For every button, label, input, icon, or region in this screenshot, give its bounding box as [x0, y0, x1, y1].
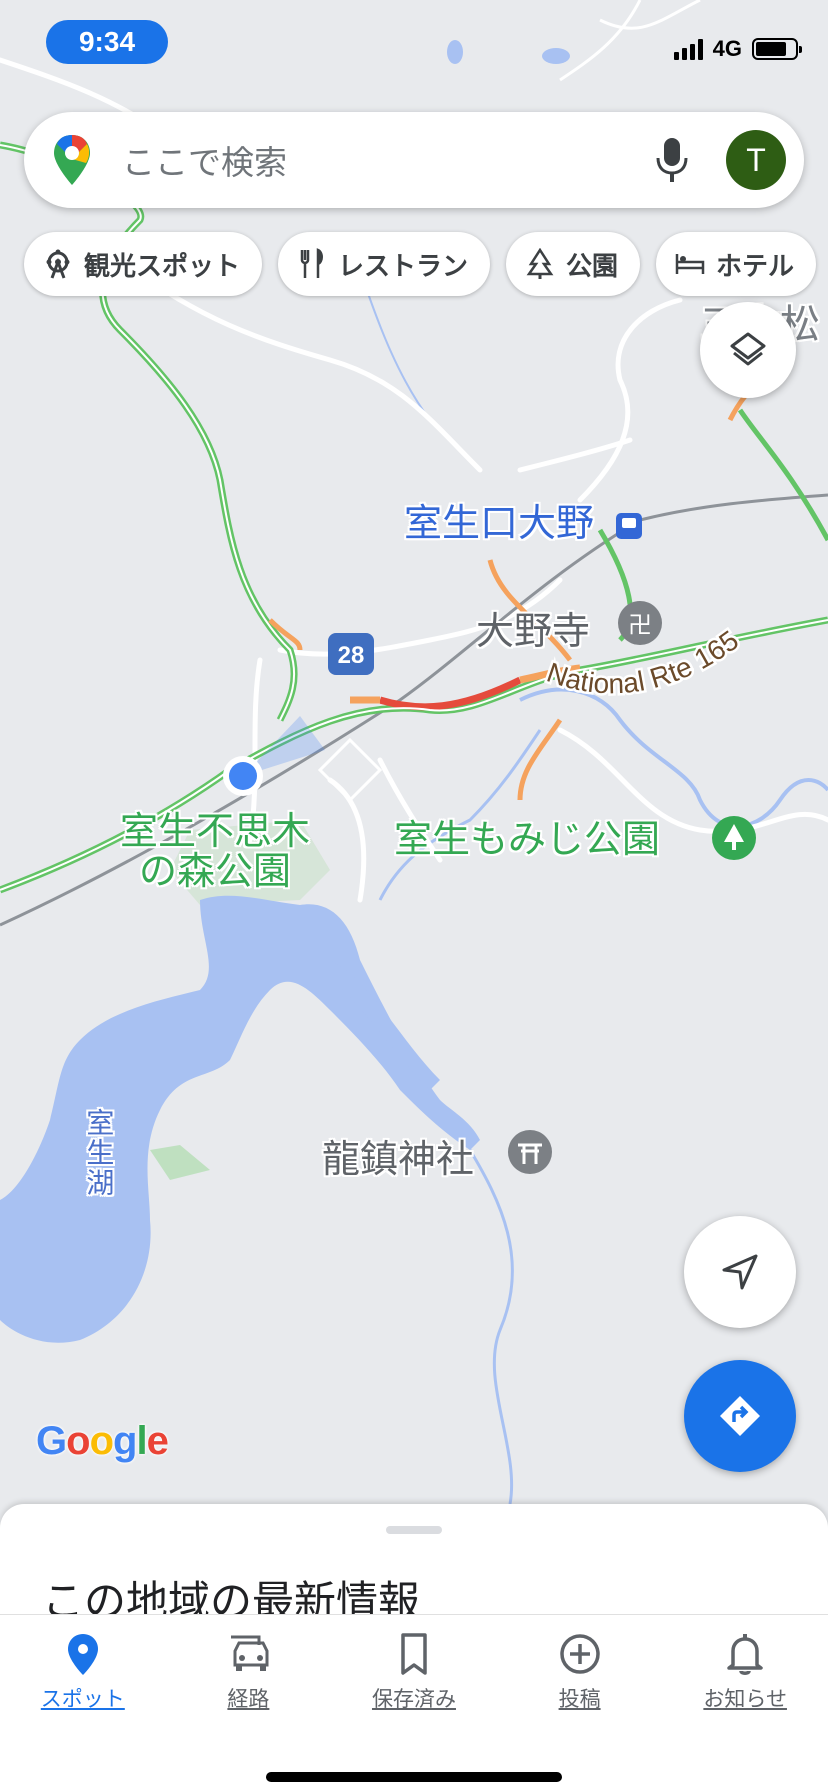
signal-icon [673, 38, 703, 60]
sheet-drag-handle[interactable] [386, 1526, 442, 1534]
nav-label: お知らせ [703, 1687, 787, 1711]
bookmark-icon [401, 1633, 427, 1675]
route-28-shield: 28 [328, 633, 374, 675]
account-avatar[interactable]: T [726, 130, 786, 190]
chip-label: ホテル [716, 251, 795, 282]
home-indicator [266, 1772, 562, 1782]
nav-updates[interactable]: お知らせ [662, 1615, 828, 1734]
nav-explore[interactable]: スポット [0, 1615, 166, 1734]
navigation-arrow-icon [722, 1254, 758, 1290]
chip-label: レストラン [338, 251, 469, 282]
plus-circle-icon [559, 1634, 600, 1674]
directions-button[interactable] [684, 1360, 796, 1472]
chip-hotel[interactable]: ホテル [656, 232, 817, 296]
battery-icon [752, 38, 802, 60]
bed-icon [675, 254, 705, 274]
lake-label: 室生湖 [82, 1108, 116, 1198]
station-label[interactable]: 室生口大野 [404, 503, 594, 544]
forest-park-label-line2: の森公園 [139, 848, 292, 893]
status-indicators: 4G [673, 36, 802, 62]
microphone-icon[interactable] [652, 136, 692, 184]
my-location-button[interactable] [684, 1216, 796, 1328]
tree-icon [526, 248, 554, 279]
nav-contribute[interactable]: 投稿 [497, 1615, 663, 1734]
status-time: 9:34 [46, 20, 168, 64]
search-bar[interactable]: ここで検索 T [24, 112, 804, 208]
bottom-nav: スポット 経路 保存済み 投稿 お知らせ [0, 1614, 828, 1734]
temple-label[interactable]: 大野寺 [476, 611, 590, 652]
nav-label: 経路 [227, 1687, 270, 1711]
bottom-sheet[interactable]: この地域の最新情報 スポット 経路 保存済み 投稿 お知らせ [0, 1504, 828, 1792]
location-pin-icon [67, 1634, 98, 1675]
chip-park[interactable]: 公園 [506, 232, 641, 296]
shrine-label[interactable]: 龍鎮神社 [322, 1139, 474, 1180]
layers-icon [730, 332, 766, 366]
category-chips: 観光スポット レストラン 公園 ホテル [24, 232, 817, 296]
fork-knife-icon [300, 248, 324, 278]
chip-label: 公園 [566, 251, 619, 282]
svg-text:28: 28 [338, 642, 365, 669]
layers-button[interactable] [700, 302, 796, 398]
momiji-park-label[interactable]: 室生もみじ公園 [394, 819, 660, 860]
chip-label: 観光スポット [84, 251, 241, 282]
chip-sightseeing[interactable]: 観光スポット [24, 232, 263, 296]
directions-icon [720, 1396, 760, 1436]
chip-restaurant[interactable]: レストラン [278, 232, 491, 296]
forest-park-label[interactable]: 室生不思木 の森公園 [120, 809, 311, 893]
nav-label: 投稿 [558, 1687, 601, 1711]
search-input[interactable]: ここで検索 [122, 136, 652, 184]
nav-label: スポット [40, 1687, 125, 1711]
nav-commute[interactable]: 経路 [166, 1615, 332, 1734]
nav-saved[interactable]: 保存済み [331, 1615, 497, 1734]
bell-icon [727, 1634, 763, 1675]
forest-park-label-line1: 室生不思木 [120, 809, 311, 853]
svg-text:卍: 卍 [628, 611, 652, 639]
network-type: 4G [712, 36, 742, 61]
ferris-wheel-icon [46, 249, 70, 279]
car-icon [231, 1635, 269, 1671]
nav-label: 保存済み [371, 1687, 456, 1711]
maps-pin-logo-icon [54, 135, 90, 185]
google-attribution: Google [36, 1419, 169, 1463]
